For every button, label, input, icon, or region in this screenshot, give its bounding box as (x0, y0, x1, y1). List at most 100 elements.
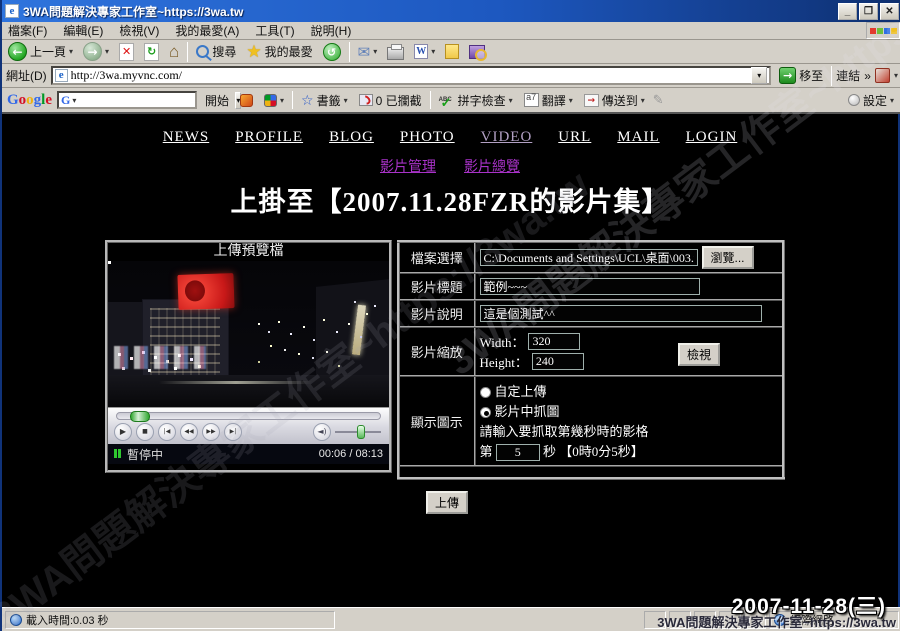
minimize-button[interactable]: _ (838, 3, 857, 20)
edit-with-word-button[interactable]: W ▾ (412, 43, 437, 60)
menu-favorites[interactable]: 我的最愛(A) (175, 22, 239, 39)
popup-blocker-button[interactable]: 0 已攔截 (356, 91, 425, 110)
spellcheck-dropdown-icon[interactable]: ▾ (509, 96, 513, 105)
play-button[interactable]: ▶ (114, 423, 132, 441)
video-frame[interactable] (108, 261, 389, 407)
menu-tools[interactable]: 工具(T) (255, 22, 294, 39)
file-path-input[interactable] (480, 249, 698, 266)
highlight-pen-icon[interactable]: ✎ (653, 92, 664, 108)
height-input[interactable] (532, 353, 584, 370)
translate-button[interactable]: a7 翻譯 ▾ (521, 91, 576, 110)
nav-video[interactable]: VIDEO (481, 129, 533, 145)
search-button[interactable]: 搜尋 (194, 42, 238, 61)
pdf-dropdown-icon[interactable]: ▾ (894, 71, 898, 80)
nav-url[interactable]: URL (558, 129, 591, 145)
pdf-toolbar-icon[interactable] (875, 68, 890, 83)
nav-news[interactable]: NEWS (163, 129, 210, 145)
table-row: 影片標題 (399, 273, 784, 300)
send-to-button[interactable]: → 傳送到 ▾ (581, 91, 648, 110)
previous-button[interactable]: |◀ (158, 423, 176, 441)
google-search-box[interactable]: G ▾ ▾ (57, 91, 197, 109)
radio-custom-upload[interactable] (480, 387, 491, 398)
nav-login[interactable]: LOGIN (686, 129, 738, 145)
page-title: 上掛至【2007.11.28FZR的影片集】 (2, 180, 898, 219)
settings-button[interactable]: 設定 ▾ (845, 91, 897, 110)
volume-handle[interactable] (357, 425, 365, 439)
print-button[interactable] (385, 43, 406, 61)
standard-toolbar: ← 上一頁 ▾ → ▾ ✕ ↻ ⌂ 搜尋 ★ 我的最愛 ↺ ✉ (2, 40, 900, 64)
media-button[interactable] (467, 44, 487, 60)
mail-button[interactable]: ✉ ▾ (356, 42, 380, 62)
favorites-button[interactable]: ★ 我的最愛 (244, 42, 314, 62)
forward-button[interactable]: → ▾ (81, 41, 111, 62)
go-button[interactable]: → 移至 (775, 66, 827, 85)
forward-dropdown-icon[interactable]: ▾ (105, 47, 109, 56)
stop-button[interactable]: ✕ (117, 42, 136, 62)
video-desc-input[interactable] (480, 305, 762, 322)
send-to-dropdown-icon[interactable]: ▾ (641, 96, 645, 105)
bookmarks-dropdown-icon[interactable]: ▾ (344, 96, 348, 105)
nav-profile[interactable]: PROFILE (235, 129, 303, 145)
back-button[interactable]: ← 上一頁 ▾ (6, 41, 75, 62)
nav-photo[interactable]: PHOTO (400, 129, 455, 145)
upload-button[interactable]: 上傳 (426, 491, 468, 514)
seek-handle[interactable] (130, 411, 150, 422)
address-field[interactable]: e ▾ (51, 66, 772, 85)
mute-button[interactable]: ◄) (313, 423, 331, 441)
menu-help[interactable]: 說明(H) (311, 22, 352, 39)
home-button[interactable]: ⌂ (167, 42, 181, 62)
back-dropdown-icon[interactable]: ▾ (69, 47, 73, 56)
browse-button[interactable]: 瀏覽... (702, 246, 754, 269)
capture-hint: 請輸入要抓取第幾秒時的影格 (480, 421, 779, 440)
settings-dropdown-icon[interactable]: ▾ (890, 96, 894, 105)
history-icon: ↺ (323, 43, 341, 61)
google-separator (292, 91, 293, 109)
google-plugins-button[interactable]: ▾ (261, 93, 287, 108)
next-button[interactable]: ▶| (224, 423, 242, 441)
translate-dropdown-icon[interactable]: ▾ (569, 96, 573, 105)
messenger-button[interactable] (443, 43, 461, 60)
video-title-label: 影片標題 (399, 273, 475, 300)
plugins-dropdown-icon[interactable]: ▾ (280, 96, 284, 105)
refresh-icon: ↻ (144, 43, 159, 61)
seek-bar[interactable] (116, 412, 381, 420)
word-dropdown-icon[interactable]: ▾ (431, 47, 435, 56)
google-sites-button[interactable] (237, 93, 256, 108)
width-input[interactable] (528, 333, 580, 350)
restore-button[interactable]: ❐ (859, 3, 878, 20)
menu-view[interactable]: 檢視(V) (119, 22, 159, 39)
spellcheck-button[interactable]: ABC✓ 拼字檢查 ▾ (436, 91, 516, 110)
google-g-dropdown-icon[interactable]: ▾ (72, 96, 76, 105)
translate-icon: a7 (524, 93, 539, 107)
links-chevron-icon[interactable]: » (864, 69, 871, 83)
video-desc-label: 影片說明 (399, 300, 475, 327)
send-to-label: 傳送到 (602, 92, 638, 109)
pause-icon (114, 449, 117, 458)
history-button[interactable]: ↺ (321, 42, 343, 62)
google-start-button[interactable]: 開始 (202, 91, 232, 110)
nav-blog[interactable]: BLOG (329, 129, 374, 145)
mail-dropdown-icon[interactable]: ▾ (373, 47, 377, 56)
menu-file[interactable]: 檔案(F) (8, 22, 47, 39)
links-label[interactable]: 連結 (836, 67, 860, 84)
subnav-video-manage[interactable]: 影片管理 (380, 160, 436, 175)
logo-yellow (891, 28, 897, 34)
bookmarks-button[interactable]: ☆ 書籤 ▾ (298, 91, 351, 110)
preview-header: 上傳預覽檔 (108, 243, 389, 261)
video-title-input[interactable] (480, 278, 700, 295)
volume-slider[interactable] (335, 431, 381, 433)
fast-forward-button[interactable]: ▶▶ (202, 423, 220, 441)
stop-playback-button[interactable]: ■ (136, 423, 154, 441)
close-button[interactable]: ✕ (880, 3, 899, 20)
refresh-button[interactable]: ↻ (142, 42, 161, 62)
nav-mail[interactable]: MAIL (617, 129, 659, 145)
radio-capture-frame[interactable] (480, 407, 491, 418)
address-input[interactable] (71, 68, 749, 83)
seconds-input[interactable] (496, 444, 540, 461)
main-navigation: NEWS PROFILE BLOG PHOTO VIDEO URL MAIL LOGIN (2, 128, 898, 146)
subnav-video-overview[interactable]: 影片總覽 (464, 160, 520, 175)
view-button[interactable]: 檢視 (678, 343, 720, 366)
rewind-button[interactable]: ◀◀ (180, 423, 198, 441)
menu-edit[interactable]: 編輯(E) (63, 22, 103, 39)
address-dropdown-icon[interactable]: ▾ (751, 67, 767, 84)
